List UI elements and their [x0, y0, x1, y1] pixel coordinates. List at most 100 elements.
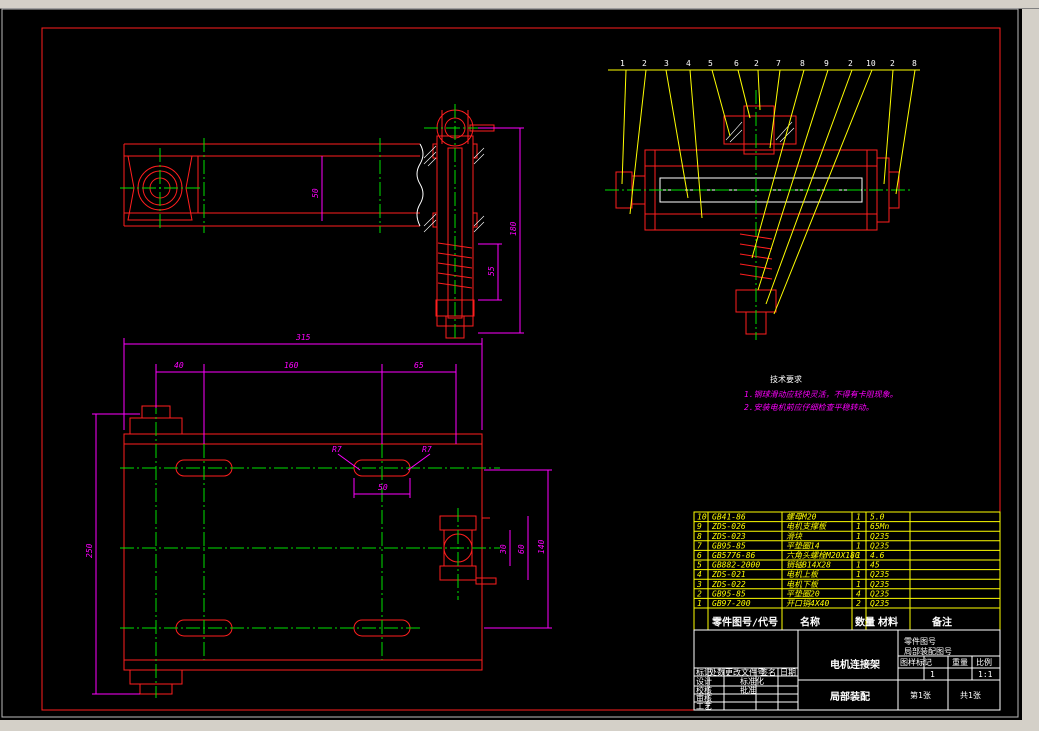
tech-req-line-1: 1.钢球滑动应轻快灵活，不得有卡阻现象。 [744, 390, 898, 399]
tb-label-count: 处数 [709, 667, 725, 677]
bom-header-material: 材料 [878, 616, 898, 629]
tech-req-title: 技术要求 [770, 374, 802, 384]
bom-cell-name: 电机下板 [786, 580, 819, 589]
bom-cell-name: 六角头螺栓M20X180 [786, 551, 860, 560]
bom-header-code: 零件图号/代号 [711, 616, 778, 629]
tb-sheets-total: 共1张 [960, 691, 981, 700]
bom-header-qty: 数量 [855, 616, 875, 629]
dim-315: 315 [295, 333, 311, 342]
dim-r7-right: R7 [422, 445, 432, 454]
bom-cell-material: 45 [870, 561, 880, 570]
bottom-left-view: 315 40 160 65 250 R7 R7 50 30 60 140 [85, 333, 552, 698]
tech-req-line-2: 2.安装电机前应仔细检查平稳转动。 [744, 403, 874, 412]
bom-cell-material: Q235 [870, 541, 889, 550]
bom-cell-code: ZDS-026 [711, 522, 746, 531]
bom-cell-name: 电机上板 [786, 570, 819, 579]
bom-cell-code: GB97-200 [712, 599, 751, 608]
bom-cell-qty: 1 [856, 580, 861, 589]
tb-scale-value: 1:1 [978, 670, 993, 679]
bom-cell-name: 销轴B14X28 [786, 561, 831, 570]
tb-drawing-no-label: 图样标记 [900, 657, 932, 667]
technical-requirements: 技术要求 1.钢球滑动应轻快灵活，不得有卡阻现象。 2.安装电机前应仔细检查平稳… [744, 374, 898, 412]
balloon-1: 1 [620, 59, 625, 68]
bom-cell-name: 开口销4X40 [786, 599, 829, 608]
bom-cell-material: Q235 [870, 580, 889, 589]
tb-sheet: 第1张 [910, 690, 931, 700]
balloon-2c: 2 [848, 59, 853, 68]
dim-40: 40 [174, 361, 184, 370]
dim-60: 60 [517, 544, 526, 554]
dim-30: 30 [499, 544, 508, 555]
balloon-6: 6 [734, 59, 739, 68]
balloon-2d: 2 [890, 59, 895, 68]
balloon-7: 7 [776, 59, 781, 68]
tb-scale-label: 比例 [976, 657, 992, 667]
cad-drawing-canvas[interactable]: 50 180 55 1 2 3 4 5 6 2 7 8 9 2 10 2 8 3… [0, 8, 1022, 720]
tb-qty-value: 1 [930, 670, 935, 679]
bom-cell-code: ZDS-021 [711, 570, 746, 579]
balloon-4: 4 [686, 59, 691, 68]
balloon-8: 8 [800, 59, 805, 68]
bom-cell-material: Q235 [870, 599, 889, 608]
bom-cell-qty: 4 [856, 589, 861, 598]
bom-cell-no: 8 [697, 532, 702, 541]
tb-label-sign: 签名 [760, 667, 776, 677]
bom-cell-code: ZDS-023 [711, 532, 746, 541]
tb-label-change-doc: 更改文件号 [725, 667, 765, 677]
bom-cell-material: 4.6 [870, 551, 885, 560]
tb-approve-label: 批准 [740, 685, 756, 695]
dim-55: 55 [487, 266, 496, 276]
top-left-view: 50 180 55 [120, 104, 524, 340]
tb-std-label: 标准化 [740, 676, 764, 686]
tb-role-process: 工艺 [696, 702, 712, 711]
bom-table: 10 GB41-86 螺母M20 1 5.0 9 ZDS-026 电机支撑板 1 65Mn 8 ZDS… [693, 511, 1001, 631]
bom-cell-material: Q235 [870, 589, 889, 598]
horizontal-scrollbar[interactable] [0, 720, 1039, 731]
bom-cell-no: 9 [697, 522, 702, 531]
tb-code-label: 零件图号 [904, 636, 936, 646]
bom-cell-name: 平垫圈14 [786, 541, 820, 550]
tb-assembly-name: 电机连接架 [830, 658, 880, 671]
bom-cell-no: 4 [697, 570, 702, 579]
bom-cell-code: GB882-2000 [712, 561, 760, 570]
bom-cell-qty: 1 [856, 561, 861, 570]
top-right-view: 1 2 3 4 5 6 2 7 8 9 2 10 2 8 [605, 59, 920, 340]
bom-cell-no: 3 [696, 580, 702, 589]
balloon-3: 3 [664, 59, 669, 68]
bom-cell-code: GB95-85 [712, 541, 746, 550]
bom-cell-name: 平垫圈20 [786, 589, 820, 598]
bom-cell-material: 65Mn [870, 522, 889, 531]
bom-cell-name: 电机支撑板 [786, 522, 827, 531]
bom-cell-material: Q235 [870, 570, 889, 579]
bom-cell-qty: 1 [856, 570, 861, 579]
bom-cell-qty: 2 [856, 599, 861, 608]
bom-cell-no: 1 [697, 599, 702, 608]
bom-cell-qty: 1 [856, 551, 861, 560]
dim-65: 65 [414, 361, 424, 370]
bom-cell-no: 2 [697, 589, 702, 598]
bom-cell-no: 10 [697, 513, 707, 522]
bom-cell-qty: 1 [856, 532, 861, 541]
tb-label-date: 日期 [780, 668, 796, 677]
balloon-9: 9 [824, 59, 829, 68]
bom-cell-qty: 1 [856, 513, 861, 522]
balloon-2b: 2 [754, 59, 759, 68]
bom-header-note: 备注 [931, 616, 952, 629]
balloon-8b: 8 [912, 59, 917, 68]
balloon-10: 10 [866, 59, 876, 68]
tb-weight-label: 重量 [952, 657, 968, 667]
dim-140: 140 [537, 539, 546, 554]
dim-r7-left: R7 [332, 445, 342, 454]
bom-cell-name: 螺母M20 [786, 513, 817, 522]
tb-sub-name: 局部装配 [829, 690, 870, 703]
vertical-scrollbar[interactable] [1022, 9, 1039, 720]
bom-cell-no: 5 [697, 561, 702, 570]
bom-cell-qty: 1 [856, 541, 861, 550]
cad-viewport[interactable]: 50 180 55 1 2 3 4 5 6 2 7 8 9 2 10 2 8 3… [0, 0, 1039, 731]
bom-cell-qty: 1 [856, 522, 861, 531]
tb-unit-label: 局部装配图号 [904, 646, 952, 656]
bom-cell-no: 7 [697, 541, 702, 550]
tb-role-design: 设计 [696, 676, 712, 686]
bom-header-name: 名称 [800, 616, 820, 629]
balloon-5: 5 [708, 59, 713, 68]
